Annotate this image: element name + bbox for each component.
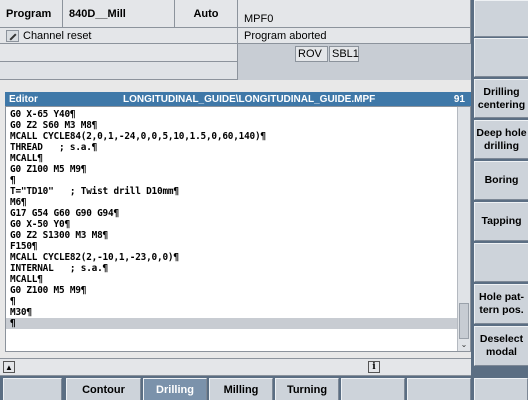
recall-strip: ▲ i — [0, 358, 471, 376]
code-line[interactable]: F150¶ — [6, 241, 458, 252]
hsk-drilling[interactable]: Drilling — [143, 378, 207, 400]
hsk-8[interactable] — [474, 378, 528, 400]
hsk-7[interactable] — [407, 378, 471, 400]
editor-file-path: LONGITUDINAL_GUIDE\LONGITUDINAL_GUIDE.MP… — [123, 93, 376, 105]
code-line[interactable]: G0 Z100 M5 M9¶ — [6, 164, 458, 175]
hsk-1[interactable] — [3, 378, 62, 400]
vsk-deselect-modal[interactable]: Deselect modal — [474, 326, 528, 366]
code-line[interactable]: ¶ — [6, 175, 458, 186]
code-line[interactable]: MCALL¶ — [6, 153, 458, 164]
vsk-boring[interactable]: Boring — [474, 161, 528, 200]
hsk-6[interactable] — [341, 378, 405, 400]
rov-flag: ROV — [295, 46, 328, 62]
code-line[interactable]: G0 Z2 S1300 M3 M8¶ — [6, 230, 458, 241]
code-editor[interactable]: G0 X-65 Y40¶ G0 Z2 S60 M3 M8¶ MCALL CYCLE8… — [5, 106, 471, 352]
program-status: Program aborted — [238, 28, 471, 44]
vsk-2[interactable] — [474, 38, 528, 77]
editor-scrollbar[interactable]: ⌄ — [457, 107, 470, 351]
code-line[interactable]: INTERNAL ; s.a.¶ — [6, 263, 458, 274]
scroll-down-icon[interactable]: ⌄ — [459, 340, 469, 350]
editor-title-bar: Editor LONGITUDINAL_GUIDE\LONGITUDINAL_G… — [5, 92, 471, 106]
code-line[interactable]: MCALL CYCLE84(2,0,1,-24,0,0,5,10,1.5,0,6… — [6, 131, 458, 142]
code-line[interactable]: G0 X-50 Y0¶ — [6, 219, 458, 230]
code-line[interactable]: G17 G54 G60 G90 G94¶ — [6, 208, 458, 219]
code-line[interactable]: ¶ — [6, 318, 458, 329]
vsk-drilling-centering[interactable]: Drilling centering — [474, 79, 528, 118]
info-icon[interactable]: i — [368, 361, 380, 373]
code-line[interactable]: G0 Z2 S60 M3 M8¶ — [6, 120, 458, 131]
program-name: MPF0 — [238, 0, 471, 28]
channel-status-text: Channel reset — [23, 29, 92, 42]
recall-up-icon[interactable]: ▲ — [3, 361, 15, 373]
vsk-1[interactable] — [474, 0, 528, 37]
code-line[interactable]: ¶ — [6, 296, 458, 307]
vsk-hole-pattern-pos[interactable]: Hole pat-tern pos. — [474, 284, 528, 324]
vsk-7[interactable] — [474, 243, 528, 282]
editor-line-count: 91 — [453, 93, 465, 105]
code-line[interactable]: G0 X-65 Y40¶ — [6, 109, 458, 120]
channel-name: 840D__Mill — [63, 0, 175, 28]
hsk-milling[interactable]: Milling — [209, 378, 273, 400]
editor-label: Editor — [9, 93, 38, 105]
sbl1-flag: SBL1 — [329, 46, 359, 62]
program-label: Program — [0, 0, 63, 28]
code-line[interactable]: T="TD10" ; Twist drill D10mm¶ — [6, 186, 458, 197]
code-line[interactable]: THREAD ; s.a.¶ — [6, 142, 458, 153]
status-header: Program 840D__Mill Auto MPF0 Channel res… — [0, 0, 471, 80]
code-line[interactable]: M30¶ — [6, 307, 458, 318]
code-line[interactable]: MCALL¶ — [6, 274, 458, 285]
channel-status: Channel reset — [0, 28, 238, 44]
alarm-line — [0, 44, 238, 62]
message-line — [0, 62, 238, 80]
code-line[interactable]: M6¶ — [6, 197, 458, 208]
hsk-turning[interactable]: Turning — [275, 378, 339, 400]
vsk-tapping[interactable]: Tapping — [474, 202, 528, 241]
scrollbar-thumb[interactable] — [459, 303, 469, 339]
vsk-deep-hole-drilling[interactable]: Deep hole drilling — [474, 120, 528, 159]
code-line[interactable]: G0 Z100 M5 M9¶ — [6, 285, 458, 296]
code-line[interactable]: MCALL CYCLE82(2,-10,1,-23,0,0)¶ — [6, 252, 458, 263]
code-lines[interactable]: G0 X-65 Y40¶ G0 Z2 S60 M3 M8¶ MCALL CYCLE8… — [6, 109, 458, 329]
horizontal-softkey-bar: Contour Drilling Milling Turning — [0, 376, 528, 400]
channel-reset-icon — [6, 29, 19, 42]
hsk-contour[interactable]: Contour — [66, 378, 141, 400]
operating-mode: Auto — [175, 0, 238, 28]
